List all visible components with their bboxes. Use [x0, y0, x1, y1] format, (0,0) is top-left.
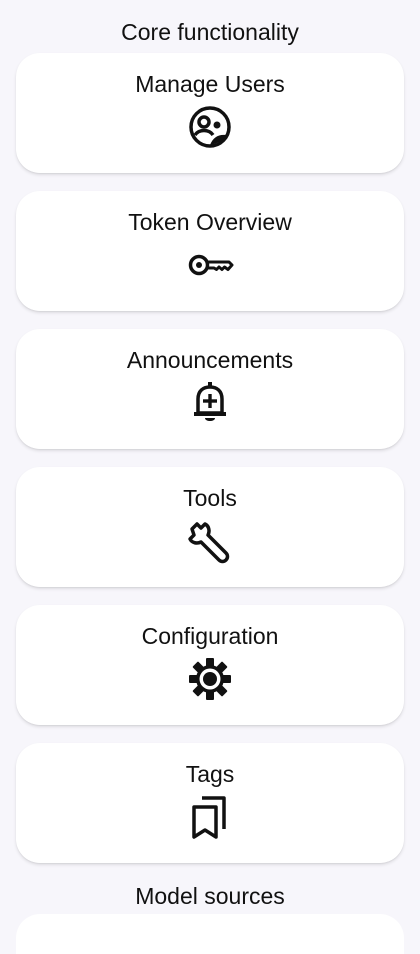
bell-plus-icon — [186, 379, 234, 427]
announcements-label: Announcements — [126, 347, 294, 373]
manage-users-label: Manage Users — [135, 71, 285, 97]
tools-label: Tools — [183, 485, 237, 511]
key-icon — [186, 241, 234, 289]
gear-icon — [186, 655, 234, 703]
announcements-card[interactable]: Announcements — [16, 329, 404, 449]
token-overview-label: Token Overview — [128, 209, 292, 235]
tags-card[interactable]: Tags — [16, 743, 404, 863]
manage-users-card[interactable]: Manage Users — [16, 53, 404, 173]
model-sources-card[interactable] — [16, 914, 404, 954]
manage-users-icon — [186, 103, 234, 151]
configuration-card[interactable]: Configuration — [16, 605, 404, 725]
bookmarks-icon — [186, 793, 234, 841]
tools-card[interactable]: Tools — [16, 467, 404, 587]
wrench-icon — [186, 517, 234, 565]
tags-label: Tags — [185, 761, 235, 787]
model-sources-heading: Model sources — [135, 883, 285, 909]
configuration-label: Configuration — [141, 623, 279, 649]
token-overview-card[interactable]: Token Overview — [16, 191, 404, 311]
core-functionality-heading: Core functionality — [121, 19, 299, 45]
